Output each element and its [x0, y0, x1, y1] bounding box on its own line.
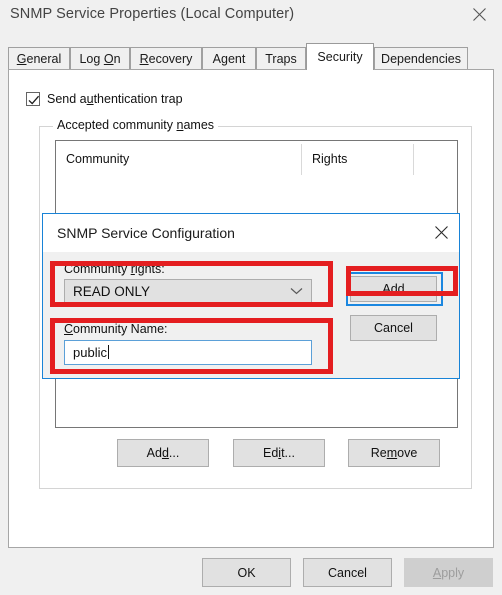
tab-general-label: General [16, 52, 62, 66]
accepted-community-names-label: Accepted community names [53, 118, 219, 132]
tab-general[interactable]: General [8, 47, 70, 70]
dialog-cancel-button[interactable]: Cancel [350, 315, 437, 341]
tab-strip: General Log On Recovery Agent Traps Secu… [8, 43, 494, 70]
window-close-button[interactable] [466, 2, 492, 26]
tab-security-label: Security [317, 50, 363, 64]
column-header-rights[interactable]: Rights [302, 141, 413, 177]
column-header-extra[interactable] [414, 141, 457, 177]
dialog-add-label: Add [382, 282, 405, 296]
configuration-dialog-close-button[interactable] [426, 218, 456, 246]
tab-recovery-label: Recovery [139, 52, 193, 66]
checkmark-icon [28, 95, 40, 105]
tab-dependencies-label: Dependencies [381, 52, 461, 66]
add-community-label: Add... [146, 446, 180, 460]
add-community-button[interactable]: Add... [117, 439, 209, 467]
community-rights-value: READ ONLY [73, 283, 151, 299]
tab-security[interactable]: Security [306, 43, 374, 70]
chevron-down-icon [290, 287, 303, 295]
tab-traps-label: Traps [265, 52, 297, 66]
window-title: SNMP Service Properties (Local Computer) [10, 6, 295, 22]
send-authentication-trap-checkbox[interactable]: Send authentication trap [26, 92, 183, 106]
checkbox-box [26, 92, 40, 106]
remove-community-button[interactable]: Remove [348, 439, 440, 467]
remove-community-label: Remove [370, 446, 418, 460]
tab-log-on[interactable]: Log On [70, 47, 130, 70]
tab-recovery[interactable]: Recovery [130, 47, 202, 70]
column-header-community[interactable]: Community [56, 141, 301, 177]
dialog-add-button[interactable]: Add [350, 276, 437, 302]
snmp-service-configuration-dialog: SNMP Service Configuration Community rig… [42, 213, 460, 379]
community-name-input[interactable]: public [64, 340, 312, 365]
tab-agent[interactable]: Agent [202, 47, 256, 70]
community-name-value: public [73, 345, 109, 360]
close-icon [472, 7, 486, 21]
ok-button[interactable]: OK [202, 558, 291, 587]
dialog-footer: OK Cancel Apply [0, 558, 502, 588]
community-actions: Add... Edit... Remove [55, 439, 458, 467]
apply-button: Apply [404, 558, 493, 587]
cancel-button[interactable]: Cancel [303, 558, 392, 587]
snmp-service-properties-window: SNMP Service Properties (Local Computer)… [0, 0, 502, 595]
apply-label: Apply [432, 565, 465, 580]
listbox-header: Community Rights [56, 141, 457, 177]
tab-agent-label: Agent [212, 52, 246, 66]
tab-dependencies[interactable]: Dependencies [374, 47, 468, 70]
tab-log-on-label: Log On [79, 52, 121, 66]
configuration-dialog-titlebar: SNMP Service Configuration [43, 214, 459, 252]
edit-community-button[interactable]: Edit... [233, 439, 325, 467]
community-name-label: Community Name: [64, 322, 168, 336]
tab-traps[interactable]: Traps [256, 47, 306, 70]
community-rights-combobox[interactable]: READ ONLY [64, 279, 312, 303]
text-caret [107, 345, 109, 359]
close-icon [434, 225, 448, 239]
send-authentication-trap-label: Send authentication trap [47, 92, 183, 106]
configuration-dialog-title: SNMP Service Configuration [57, 225, 235, 241]
edit-community-label: Edit... [263, 446, 295, 460]
community-rights-label: Community rights: [64, 262, 165, 276]
